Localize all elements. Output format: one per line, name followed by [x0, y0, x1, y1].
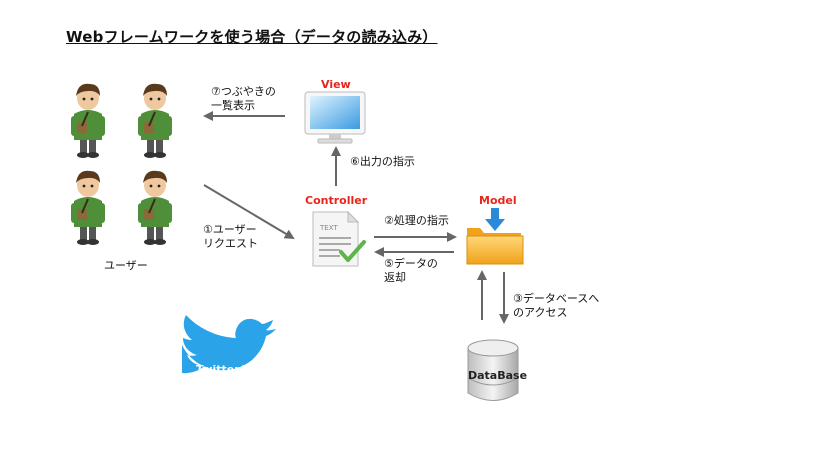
users-label: ユーザー: [104, 259, 148, 272]
step2-label: ②処理の指示: [384, 214, 449, 227]
step5-label: ⑤データの 返却: [384, 257, 438, 285]
controller-document-icon: [312, 210, 366, 267]
step1-line2: リクエスト: [203, 237, 258, 250]
step3-line1: ③データベースへ: [513, 292, 600, 305]
step7-line1: ⑦つぶやきの: [211, 85, 276, 98]
step6-label: ⑥出力の指示: [350, 155, 415, 168]
database-label: DataBase: [468, 369, 528, 382]
model-label: Model: [479, 194, 517, 207]
view-monitor-icon: [304, 91, 366, 144]
step5-line2: 返却: [384, 271, 406, 284]
step1-line1: ①ユーザー: [203, 223, 257, 236]
user-group: [70, 82, 173, 245]
step3-line2: のアクセス: [513, 306, 568, 319]
twitter-api-label: TwitterAPI: [196, 363, 261, 376]
user-avatar-1: [70, 82, 106, 158]
diagram-canvas: TEXT: [70, 82, 524, 401]
step7-label: ⑦つぶやきの 一覧表示: [211, 85, 276, 113]
step1-label: ①ユーザー リクエスト: [203, 223, 258, 251]
doc-text-label: TEXT: [319, 224, 338, 232]
user-avatar-2: [137, 82, 173, 158]
user-avatar-3: [70, 169, 106, 245]
model-folder-icon: [466, 208, 524, 265]
step5-line1: ⑤データの: [384, 257, 438, 270]
view-label: View: [321, 78, 351, 91]
step3-label: ③データベースへ のアクセス: [513, 292, 599, 320]
step7-line2: 一覧表示: [211, 99, 255, 112]
user-avatar-4: [137, 169, 173, 245]
controller-label: Controller: [305, 194, 368, 207]
